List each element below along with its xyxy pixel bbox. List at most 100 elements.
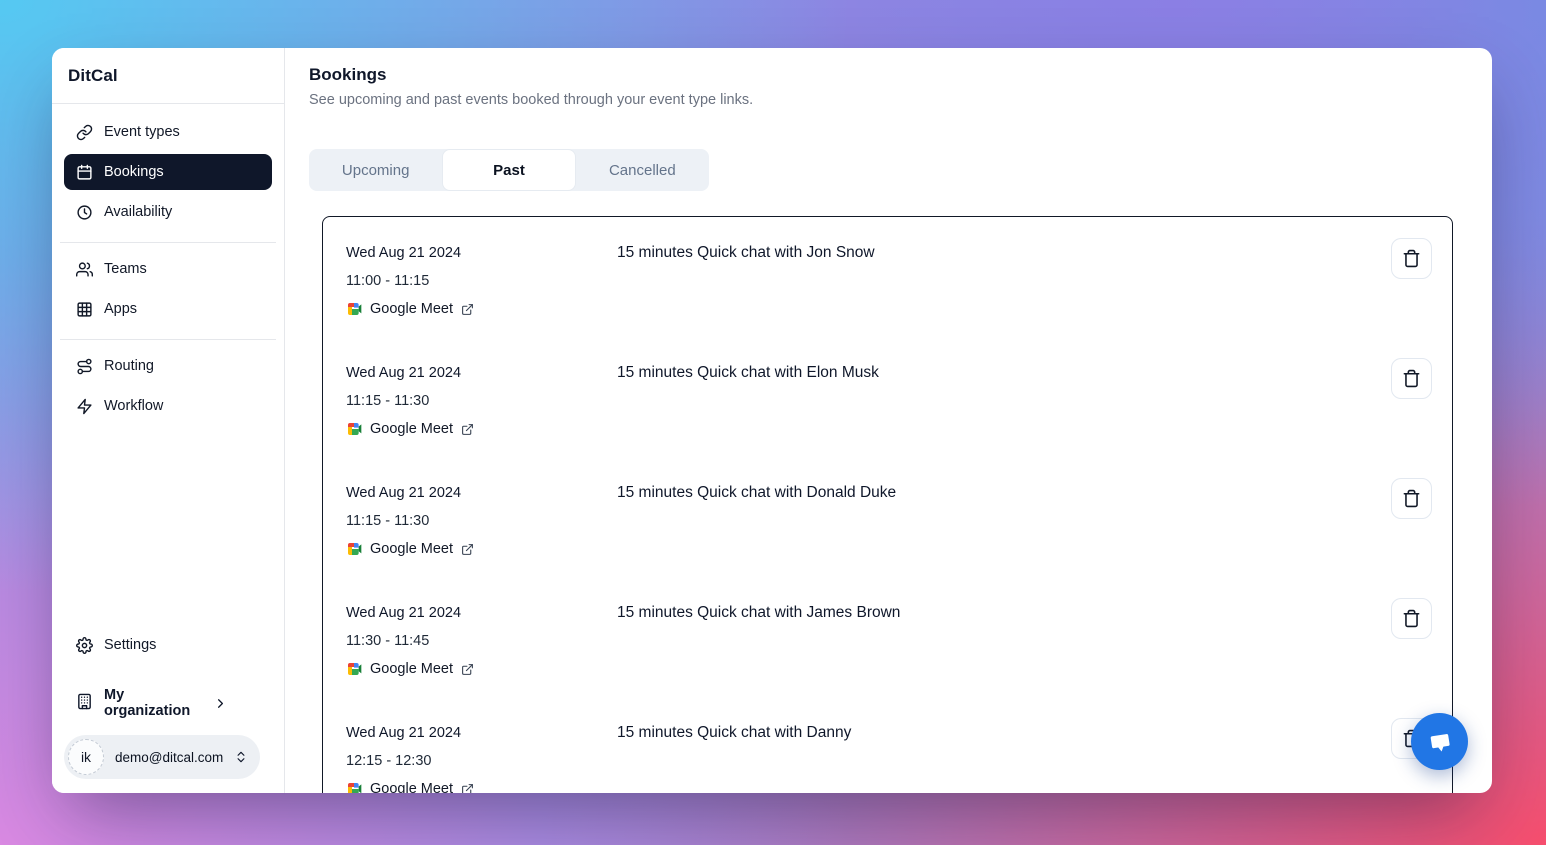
sidebar-item-label: Routing <box>104 358 154 374</box>
booking-location-link[interactable]: Google Meet <box>346 779 617 793</box>
chat-widget-button[interactable] <box>1411 713 1468 770</box>
sidebar-item-label: Bookings <box>104 164 164 180</box>
sidebar-bottom: Settings My organization ik demo@ditcal.… <box>52 627 284 793</box>
booking-date: Wed Aug 21 2024 <box>346 483 617 503</box>
tab[interactable]: Cancelled <box>576 149 709 191</box>
gear-icon <box>76 637 93 654</box>
booking-date: Wed Aug 21 2024 <box>346 723 617 743</box>
booking-row: Wed Aug 21 2024 12:15 - 12:30 Google Mee… <box>323 697 1452 793</box>
booking-location-label: Google Meet <box>370 539 453 559</box>
booking-date: Wed Aug 21 2024 <box>346 603 617 623</box>
sidebar: DitCal Event types Bookings Availability… <box>52 48 285 793</box>
external-link-icon <box>461 423 474 436</box>
page-title: Bookings <box>309 65 1492 85</box>
booking-meta: Wed Aug 21 2024 11:00 - 11:15 Google Mee… <box>346 243 617 319</box>
google-meet-icon <box>346 661 362 677</box>
booking-title: 15 minutes Quick chat with Jon Snow <box>617 243 1391 263</box>
booking-row: Wed Aug 21 2024 11:00 - 11:15 Google Mee… <box>323 217 1452 337</box>
page-subtitle: See upcoming and past events booked thro… <box>309 92 1492 108</box>
booking-row: Wed Aug 21 2024 11:30 - 11:45 Google Mee… <box>323 577 1452 697</box>
users-icon <box>76 261 93 278</box>
sidebar-item-label: Teams <box>104 261 147 277</box>
booking-time: 12:15 - 12:30 <box>346 751 617 771</box>
sidebar-item-label: Workflow <box>104 398 163 414</box>
bookings-filter-tabs: UpcomingPastCancelled <box>309 149 709 191</box>
sidebar-item[interactable]: Availability <box>64 194 272 230</box>
sidebar-divider <box>60 339 276 340</box>
building-icon <box>76 693 93 714</box>
zap-icon <box>76 398 93 415</box>
sidebar-nav-main: Event types Bookings Availability <box>52 104 284 234</box>
google-meet-icon <box>346 421 362 437</box>
external-link-icon <box>461 783 474 794</box>
clock-icon <box>76 204 93 221</box>
booking-time: 11:30 - 11:45 <box>346 631 617 651</box>
user-email: demo@ditcal.com <box>115 750 223 765</box>
chat-bubble-icon <box>1424 726 1456 758</box>
sidebar-item[interactable]: Bookings <box>64 154 272 190</box>
app-logo: DitCal <box>68 66 118 86</box>
delete-booking-button[interactable] <box>1391 478 1432 519</box>
booking-row: Wed Aug 21 2024 11:15 - 11:30 Google Mee… <box>323 337 1452 457</box>
user-account-menu[interactable]: ik demo@ditcal.com <box>64 735 260 779</box>
booking-time: 11:15 - 11:30 <box>346 511 617 531</box>
google-meet-icon <box>346 541 362 557</box>
sidebar-item[interactable]: Routing <box>64 348 272 384</box>
external-link-icon <box>461 543 474 556</box>
delete-booking-button[interactable] <box>1391 238 1432 279</box>
delete-booking-button[interactable] <box>1391 598 1432 639</box>
logo-block: DitCal <box>52 48 284 104</box>
tab[interactable]: Upcoming <box>309 149 442 191</box>
sidebar-item[interactable]: Apps <box>64 291 272 327</box>
booking-title: 15 minutes Quick chat with Danny <box>617 723 1391 743</box>
app-window: DitCal Event types Bookings Availability… <box>52 48 1492 793</box>
tab[interactable]: Past <box>442 149 575 191</box>
chevron-right-icon <box>213 696 228 711</box>
booking-row: Wed Aug 21 2024 11:15 - 11:30 Google Mee… <box>323 457 1452 577</box>
booking-location-link[interactable]: Google Meet <box>346 299 617 319</box>
link-icon <box>76 124 93 141</box>
grid-icon <box>76 301 93 318</box>
bookings-card: Wed Aug 21 2024 11:00 - 11:15 Google Mee… <box>322 216 1453 793</box>
sidebar-item-label: Availability <box>104 204 172 220</box>
sidebar-item[interactable]: Workflow <box>64 388 272 424</box>
sidebar-spacer <box>52 428 284 627</box>
booking-meta: Wed Aug 21 2024 11:30 - 11:45 Google Mee… <box>346 603 617 679</box>
booking-date: Wed Aug 21 2024 <box>346 243 617 263</box>
sidebar-divider <box>60 242 276 243</box>
booking-title: 15 minutes Quick chat with Donald Duke <box>617 483 1391 503</box>
sidebar-item-label: Event types <box>104 124 180 140</box>
booking-location-link[interactable]: Google Meet <box>346 419 617 439</box>
avatar: ik <box>68 739 104 775</box>
booking-date: Wed Aug 21 2024 <box>346 363 617 383</box>
sidebar-nav-secondary: Teams Apps <box>52 251 284 331</box>
booking-location-label: Google Meet <box>370 779 453 793</box>
booking-title: 15 minutes Quick chat with James Brown <box>617 603 1391 623</box>
booking-location-label: Google Meet <box>370 659 453 679</box>
delete-booking-button[interactable] <box>1391 358 1432 399</box>
sidebar-item-label: Apps <box>104 301 137 317</box>
sidebar-item-label: Settings <box>104 637 156 653</box>
external-link-icon <box>461 663 474 676</box>
sidebar-item-my-organization[interactable]: My organization <box>64 685 272 721</box>
trash-icon <box>1402 369 1421 388</box>
calendar-icon <box>76 164 93 181</box>
booking-time: 11:15 - 11:30 <box>346 391 617 411</box>
route-icon <box>76 358 93 375</box>
booking-title: 15 minutes Quick chat with Elon Musk <box>617 363 1391 383</box>
external-link-icon <box>461 303 474 316</box>
google-meet-icon <box>346 781 362 793</box>
trash-icon <box>1402 609 1421 628</box>
booking-location-link[interactable]: Google Meet <box>346 659 617 679</box>
desktop-background: { "app": { "name": "DitCal" }, "sidebar"… <box>0 0 1546 845</box>
booking-location-label: Google Meet <box>370 419 453 439</box>
booking-meta: Wed Aug 21 2024 11:15 - 11:30 Google Mee… <box>346 363 617 439</box>
main-content: Bookings See upcoming and past events bo… <box>285 48 1492 793</box>
booking-meta: Wed Aug 21 2024 11:15 - 11:30 Google Mee… <box>346 483 617 559</box>
booking-location-link[interactable]: Google Meet <box>346 539 617 559</box>
sidebar-item-settings[interactable]: Settings <box>64 627 272 663</box>
sidebar-item[interactable]: Event types <box>64 114 272 150</box>
booking-meta: Wed Aug 21 2024 12:15 - 12:30 Google Mee… <box>346 723 617 793</box>
sidebar-item[interactable]: Teams <box>64 251 272 287</box>
booking-location-label: Google Meet <box>370 299 453 319</box>
